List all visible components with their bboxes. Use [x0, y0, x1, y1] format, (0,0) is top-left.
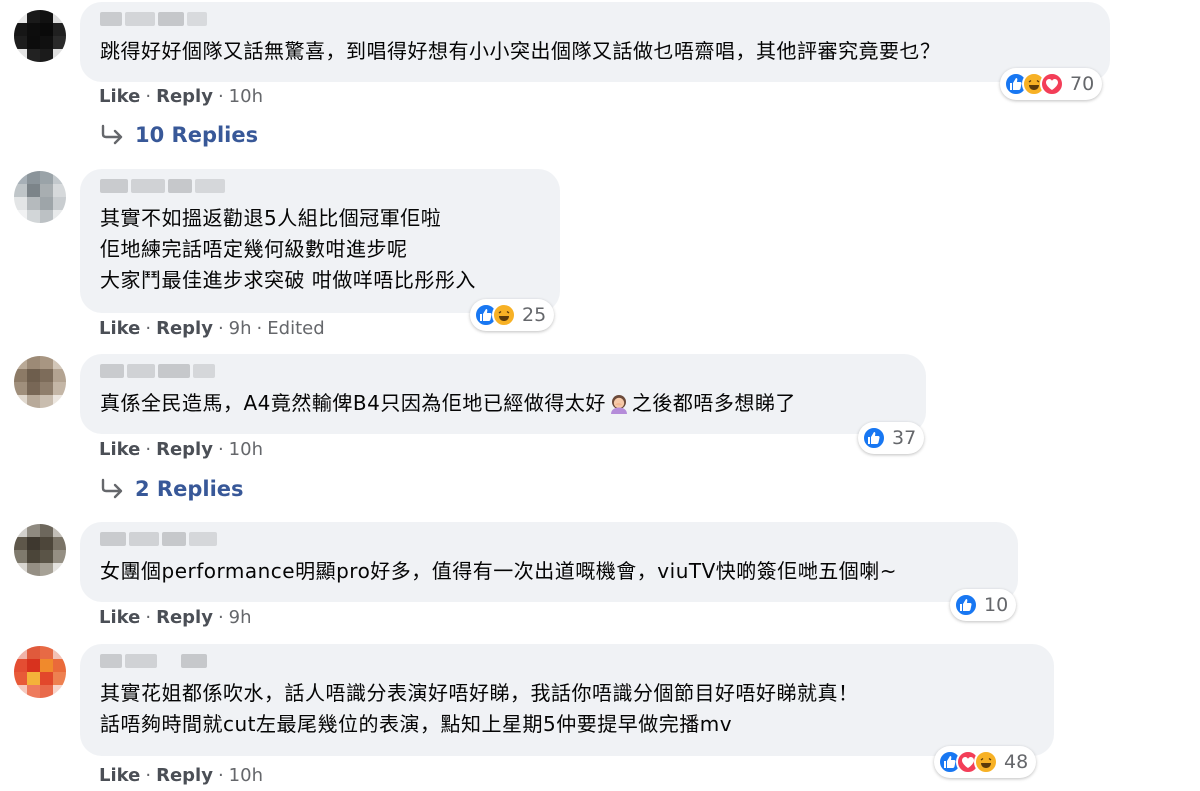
comment-text: 真係全民造馬，A4竟然輸俾B4只因為佢地已經做得太好 之後都唔多想睇了	[100, 388, 906, 419]
comment-bubble: 女團個performance明顯pro好多，值得有一次出道嘅機會，viuTV快啲…	[80, 522, 1018, 602]
comment-actions: Like · Reply · 9h · Edited	[99, 318, 325, 339]
like-icon	[862, 426, 886, 450]
comment-text: 其實花姐都係吹水，話人唔識分表演好唔好睇，我話你唔識分個節目好唔好睇就真！ 話唔…	[100, 681, 859, 736]
love-icon	[1040, 72, 1064, 96]
comment-text: 女團個performance明顯pro好多，值得有一次出道嘅機會，viuTV快啲…	[100, 559, 898, 583]
separator-dot: ·	[217, 607, 224, 628]
separator-dot: ·	[256, 318, 263, 339]
timestamp[interactable]: 9h	[229, 607, 252, 628]
comment-text: 跳得好好個隊又話無驚喜，到唱得好想有小小突出個隊又話做乜唔齋唱，其他評審究竟要乜…	[100, 39, 941, 63]
avatar[interactable]	[14, 646, 66, 698]
separator-dot: ·	[217, 318, 224, 339]
separator-dot: ·	[145, 607, 152, 628]
reply-button[interactable]: Reply	[156, 86, 213, 107]
separator-dot: ·	[145, 318, 152, 339]
timestamp[interactable]: 9h	[229, 318, 252, 339]
reaction-count: 37	[892, 427, 917, 449]
replies-count: 2 Replies	[135, 477, 244, 501]
comment-bubble: 其實花姐都係吹水，話人唔識分表演好唔好睇，我話你唔識分個節目好唔好睇就真！ 話唔…	[80, 644, 1054, 756]
separator-dot: ·	[145, 765, 152, 786]
reaction-count: 10	[984, 594, 1009, 616]
author-name-blurred[interactable]	[100, 654, 1034, 672]
reaction-count: 70	[1070, 73, 1095, 95]
reply-arrow-icon	[101, 124, 123, 145]
author-name-blurred[interactable]	[100, 532, 998, 550]
comment-actions: Like · Reply · 10h	[99, 765, 263, 786]
separator-dot: ·	[217, 765, 224, 786]
reaction-summary[interactable]: 70	[1000, 68, 1103, 100]
view-replies-link[interactable]: 10 Replies	[99, 123, 258, 147]
view-replies-link[interactable]: 2 Replies	[99, 477, 244, 501]
comment-actions: Like · Reply · 10h	[99, 86, 263, 107]
replies-count: 10 Replies	[135, 123, 259, 147]
reply-button[interactable]: Reply	[156, 607, 213, 628]
like-button[interactable]: Like	[99, 86, 140, 107]
like-button[interactable]: Like	[99, 607, 140, 628]
like-button[interactable]: Like	[99, 318, 140, 339]
reply-arrow-icon	[101, 478, 123, 499]
comment-bubble: 其實不如搵返勸退5人組比個冠軍佢啦 佢地練完話唔定幾何級數咁進步呢 大家鬥最佳進…	[80, 169, 560, 313]
like-button[interactable]: Like	[99, 765, 140, 786]
comment-text-part: 真係全民造馬，A4竟然輸俾B4只因為佢地已經做得太好	[100, 391, 606, 415]
woman-facepalming-icon	[610, 395, 627, 414]
avatar[interactable]	[14, 10, 66, 62]
reply-button[interactable]: Reply	[156, 318, 213, 339]
reaction-summary[interactable]: 10	[950, 589, 1017, 621]
reaction-summary[interactable]: 48	[934, 746, 1037, 778]
reaction-count: 48	[1004, 751, 1029, 773]
haha-icon	[492, 303, 516, 327]
author-name-blurred[interactable]	[100, 364, 906, 382]
timestamp[interactable]: 10h	[229, 765, 263, 786]
timestamp[interactable]: 10h	[229, 439, 263, 460]
separator-dot: ·	[145, 439, 152, 460]
avatar[interactable]	[14, 524, 66, 576]
separator-dot: ·	[217, 439, 224, 460]
author-name-blurred[interactable]	[100, 179, 540, 197]
author-name-blurred[interactable]	[100, 12, 1090, 30]
comment-actions: Like · Reply · 10h	[99, 439, 263, 460]
like-button[interactable]: Like	[99, 439, 140, 460]
comment-text: 其實不如搵返勸退5人組比個冠軍佢啦 佢地練完話唔定幾何級數咁進步呢 大家鬥最佳進…	[100, 206, 476, 292]
reaction-summary[interactable]: 37	[858, 422, 925, 454]
timestamp[interactable]: 10h	[229, 86, 263, 107]
like-icon	[954, 593, 978, 617]
comment-bubble: 跳得好好個隊又話無驚喜，到唱得好想有小小突出個隊又話做乜唔齋唱，其他評審究竟要乜…	[80, 2, 1110, 82]
avatar[interactable]	[14, 171, 66, 223]
reaction-count: 25	[522, 304, 547, 326]
avatar[interactable]	[14, 356, 66, 408]
reply-button[interactable]: Reply	[156, 439, 213, 460]
reply-button[interactable]: Reply	[156, 765, 213, 786]
comment-actions: Like · Reply · 9h	[99, 607, 252, 628]
reaction-summary[interactable]: 25	[470, 299, 555, 331]
separator-dot: ·	[145, 86, 152, 107]
edited-label[interactable]: Edited	[267, 318, 324, 339]
separator-dot: ·	[217, 86, 224, 107]
comment-text-part: 之後都唔多想睇了	[631, 391, 796, 415]
haha-icon	[974, 750, 998, 774]
comment-bubble: 真係全民造馬，A4竟然輸俾B4只因為佢地已經做得太好 之後都唔多想睇了	[80, 354, 926, 434]
